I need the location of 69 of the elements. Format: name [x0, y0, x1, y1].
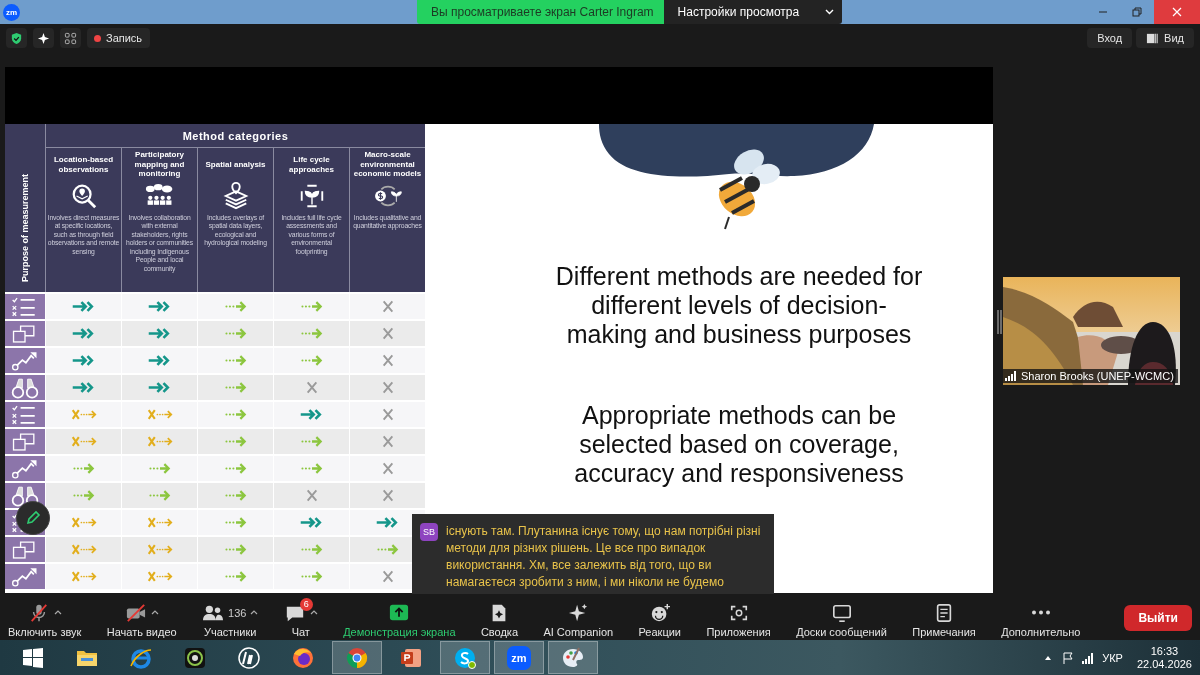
view-layout-icon	[1146, 31, 1160, 45]
close-icon	[1172, 7, 1182, 17]
share-banner: Вы просматриваете экран Carter Ingram	[417, 0, 664, 24]
minimize-icon	[1098, 11, 1108, 13]
app-logo: zm	[3, 3, 20, 21]
toolbar-button[interactable]: Демонстрация экрана	[339, 597, 460, 638]
palette-icon	[561, 645, 585, 670]
column-title: Spatial analysis	[205, 158, 266, 171]
shield-check-icon	[10, 31, 23, 45]
column-title: Life cycle approaches	[288, 153, 335, 176]
headline: Different methods are needed for different levels of decision-making and business purposes	[554, 262, 924, 349]
resize-handle[interactable]	[997, 310, 1002, 334]
taskbar-app[interactable]: zm	[494, 641, 544, 674]
toolbar-button[interactable]: Примечания	[908, 597, 980, 638]
toolbar-button[interactable]: 6 Чат	[279, 597, 322, 638]
clock-time[interactable]: 16:33	[1150, 644, 1179, 658]
grid-button[interactable]	[60, 28, 81, 48]
subheadline: Appropriate methods can be selected based on coverage, accuracy and responsiveness	[573, 401, 905, 488]
language-indicator[interactable]: УКР	[1102, 651, 1123, 664]
toolbar-button[interactable]: Доски сообщений	[792, 597, 891, 638]
sparkle-button[interactable]	[33, 28, 54, 48]
share-screen-icon	[388, 602, 411, 623]
sparkle-icon	[37, 31, 50, 45]
view-options-button[interactable]: Настройки просмотра	[663, 0, 843, 24]
caret-icon	[825, 9, 835, 15]
participant-name: Sharon Brooks (UNEP-WCMC)	[1021, 370, 1174, 382]
printer-brand-icon	[237, 645, 261, 670]
record-button[interactable]: Запись	[87, 28, 151, 48]
leave-button[interactable]: Выйти	[1124, 604, 1192, 631]
column-title: Participatory mapping and monitoring	[133, 150, 186, 179]
security-shield-button[interactable]	[6, 28, 27, 48]
windows-logo-icon	[21, 645, 45, 670]
toolbar-button[interactable]: 136 Участники	[198, 597, 263, 638]
view-button[interactable]: Вид	[1136, 28, 1194, 48]
column-title: Location-based observations	[52, 153, 115, 176]
toolbar-button[interactable]: Сводка	[476, 597, 523, 638]
whiteboard-icon	[830, 602, 853, 623]
caption-text: існують там. Плутанина існує тому, що нам потрібні різні методи для різних рішень. Це все про випадок використання. Хм, все залежить від того, що ви намагаєтеся зробити з ним, і ми ніколи не будемо	[446, 523, 762, 591]
toolbar-button[interactable]: Реакции	[634, 597, 685, 638]
zoom-app-icon: zm	[507, 645, 531, 670]
sign-in-button[interactable]: Вход	[1087, 28, 1133, 48]
webcam-icon	[183, 645, 207, 670]
record-dot-icon	[94, 34, 101, 42]
caret-icon[interactable]	[309, 610, 318, 615]
muted-camera-icon	[124, 602, 147, 623]
caret-icon[interactable]	[53, 610, 62, 615]
avatar: SB	[420, 523, 438, 541]
unread-badge: 6	[299, 597, 313, 611]
caret-icon[interactable]	[150, 610, 159, 615]
grid-icon	[64, 31, 77, 45]
more-icon	[1029, 610, 1052, 615]
toolbar-button[interactable]: Приложения	[702, 597, 775, 638]
signal-icon[interactable]	[1082, 651, 1095, 664]
chat-app-icon	[453, 645, 477, 670]
pen-icon	[25, 510, 41, 526]
column-title: Macro-scale environmental economic models	[352, 150, 423, 179]
table-title: Method categories	[45, 124, 425, 148]
caret-icon[interactable]	[250, 610, 259, 615]
row-header: Purpose of measurement	[19, 173, 31, 282]
toolbar-button[interactable]: Начать видео	[102, 597, 181, 638]
signal-icon	[1005, 371, 1017, 381]
toolbar-button[interactable]: Дополнительно	[997, 597, 1085, 638]
restore-icon	[1132, 7, 1142, 17]
clock-date[interactable]: 22.04.2026	[1136, 657, 1192, 671]
fox-globe-icon	[291, 645, 315, 670]
toolbar-button[interactable]: Включить звук	[4, 597, 86, 638]
flag-icon[interactable]	[1062, 651, 1075, 664]
toolbar-button[interactable]: AI Companion	[539, 597, 618, 638]
tricolor-circle-icon	[345, 645, 369, 670]
